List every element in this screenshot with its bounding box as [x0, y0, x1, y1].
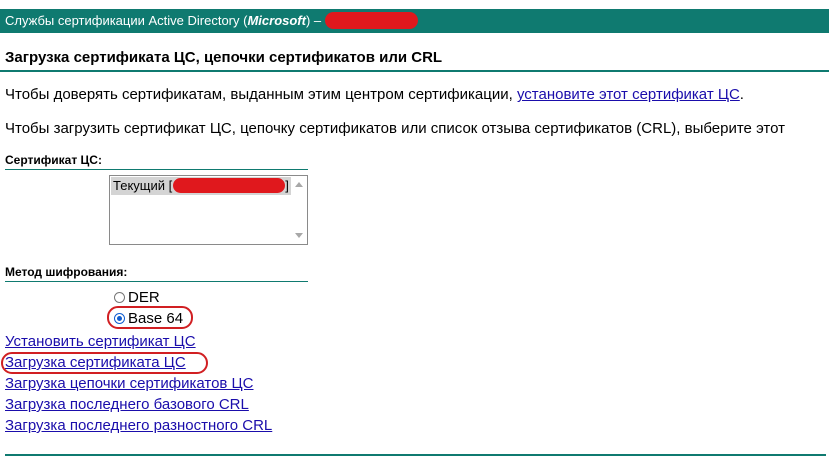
page-title: Загрузка сертификата ЦС, цепочки сертифи…: [5, 49, 443, 66]
install-ca-certificate-link[interactable]: Установить сертификат ЦС: [5, 333, 196, 350]
header-banner: Службы сертификации Active Directory (Mi…: [0, 9, 829, 33]
ca-cert-option-suffix: ]: [285, 178, 289, 193]
header-title-prefix: Службы сертификации Active Directory (: [5, 13, 248, 28]
ca-cert-divider: [5, 169, 308, 170]
download-base-crl-link[interactable]: Загрузка последнего базового CRL: [5, 396, 249, 413]
ca-cert-label: Сертификат ЦС:: [5, 153, 102, 167]
der-radio-label: DER: [128, 289, 160, 306]
encoding-label: Метод шифрования:: [5, 265, 128, 279]
ca-cert-option-prefix: Текущий [: [113, 178, 173, 193]
trust-end: .: [739, 86, 744, 103]
download-paragraph: Чтобы загрузить сертификат ЦС, цепочку с…: [5, 120, 785, 137]
title-divider: [0, 70, 829, 72]
trust-paragraph: Чтобы доверять сертификатам, выданным эт…: [5, 86, 744, 103]
download-delta-crl-link[interactable]: Загрузка последнего разностного CRL: [5, 417, 272, 434]
header-title-suffix: ) –: [305, 13, 322, 28]
header-brand: Microsoft: [247, 13, 306, 28]
encoding-option-der[interactable]: DER: [114, 289, 160, 307]
redaction-mark: [173, 178, 286, 194]
encoding-divider: [5, 281, 308, 282]
trust-text: Чтобы доверять сертификатам, выданным эт…: [5, 86, 517, 103]
der-radio[interactable]: [114, 292, 125, 303]
download-cert-chain-link[interactable]: Загрузка цепочки сертификатов ЦС: [5, 375, 254, 392]
scroll-up-arrow-icon[interactable]: [295, 182, 303, 187]
scroll-down-arrow-icon[interactable]: [295, 233, 303, 238]
annotation-oval-download: [1, 352, 208, 374]
install-ca-cert-link[interactable]: установите этот сертификат ЦС: [517, 86, 740, 103]
ca-cert-option[interactable]: Текущий []: [111, 177, 291, 195]
annotation-oval-base64: [107, 306, 193, 329]
bottom-divider: [5, 454, 826, 456]
listbox-scrollbar[interactable]: [291, 176, 307, 244]
redaction-mark: [325, 11, 419, 29]
ca-cert-listbox[interactable]: Текущий []: [109, 175, 308, 245]
